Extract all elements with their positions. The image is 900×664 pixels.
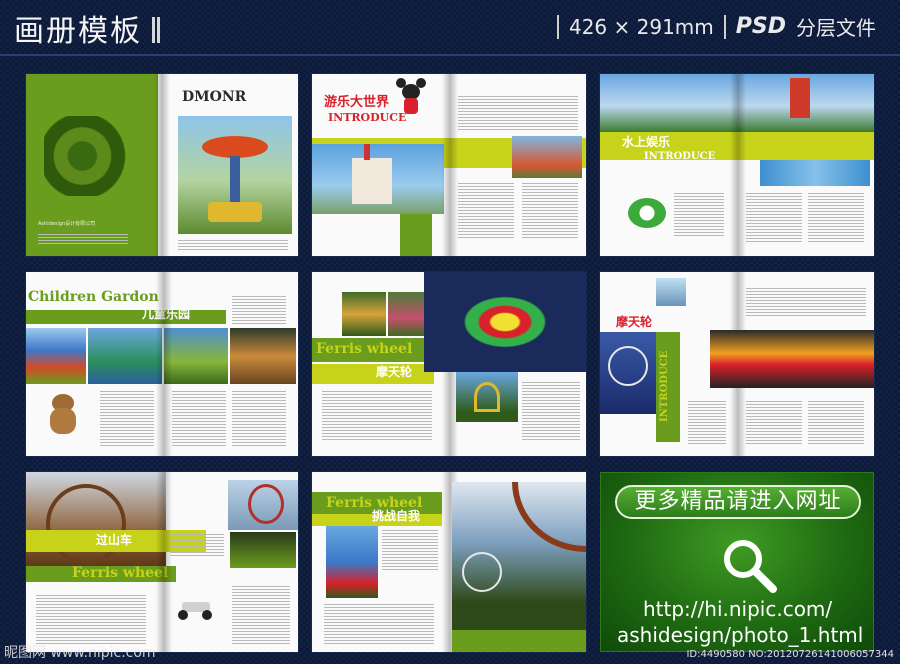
- carousel-photo: [230, 328, 296, 384]
- website-url-line2[interactable]: ashidesign/photo_1.html: [617, 623, 863, 647]
- watermark-right: ID:4490580 NO:20120726141006057344: [686, 649, 894, 660]
- drop-ride-photo: [710, 330, 874, 388]
- page-title: 画册模板: [14, 6, 155, 50]
- spread-roller-coaster[interactable]: 过山车 Ferris wheel: [26, 472, 298, 652]
- green-caption-band: [452, 630, 586, 652]
- website-url-line1[interactable]: http://hi.nipic.com/: [643, 597, 832, 621]
- green-band: [26, 310, 226, 324]
- body-text: [324, 604, 434, 644]
- body-text: [808, 400, 864, 444]
- loop-coaster-photo: [228, 480, 298, 530]
- coaster-photo: [512, 136, 582, 178]
- body-text: [382, 530, 438, 570]
- red-caption: [170, 532, 224, 556]
- lime-band: [312, 364, 434, 384]
- pendulum-ride-photo: [456, 372, 518, 422]
- spread-ferris-wheel[interactable]: Ferris wheel 摩天轮: [312, 272, 586, 456]
- file-info: 426 × 291mm PSD 分层文件: [556, 12, 876, 41]
- format-label: PSD: [735, 14, 786, 39]
- spread-children-garden[interactable]: Children Gardon 儿童乐园: [26, 272, 298, 456]
- playground-photo: [164, 328, 228, 384]
- spread-ferris-wheel-introduce[interactable]: 摩天轮 INTRODUCE: [600, 272, 874, 456]
- garden-photo: [342, 292, 386, 336]
- spread-cn-title: 水上娱乐: [622, 135, 671, 149]
- mickey-icon: [396, 78, 426, 114]
- body-text: [522, 182, 578, 238]
- spinning-ride-photo: [424, 272, 586, 372]
- body-text: [808, 192, 864, 242]
- watermark-left: 昵图网 www.nipic.com: [4, 645, 156, 661]
- body-text: [458, 94, 578, 130]
- spread-water-park[interactable]: 水上娱乐 INTRODUCE: [600, 74, 874, 256]
- roller-coaster-photo: [26, 472, 166, 580]
- abstract-wheel-image: [44, 116, 140, 196]
- snow-ride-photo: [656, 278, 686, 306]
- spread-dmonr[interactable]: Ashidesign设计有限公司 DMONR: [26, 74, 298, 256]
- spread-cn-title: 摩天轮: [616, 315, 653, 329]
- slide-photo: [760, 160, 870, 186]
- spread-en-title: Ferris wheel: [316, 341, 413, 357]
- title-bars: [152, 17, 155, 43]
- body-text: [232, 584, 290, 644]
- body-text: [172, 390, 226, 446]
- spread-cn-title: 摩天轮: [376, 365, 413, 379]
- ferris-wheel-photo: [600, 332, 656, 414]
- body-text: [232, 390, 286, 446]
- go-kart-icon: [176, 592, 216, 622]
- body-text: [746, 400, 802, 444]
- spread-en-title: INTRODUCE: [328, 111, 407, 124]
- spread-amusement-world[interactable]: 游乐大世界 INTRODUCE: [312, 74, 586, 256]
- body-text: [178, 238, 288, 250]
- more-designs-button[interactable]: 更多精品请进入网址: [615, 485, 861, 519]
- size-label: 426 × 291mm: [568, 14, 714, 39]
- divider: [556, 14, 559, 39]
- spread-en-title: Ferris wheel: [72, 565, 169, 581]
- carousel-photo: [178, 116, 292, 234]
- spread-challenge[interactable]: Ferris wheel 挑战自我: [312, 472, 586, 652]
- spread-heading: DMONR: [182, 89, 247, 105]
- body-text: [100, 390, 154, 446]
- castle-photo: [312, 144, 444, 214]
- spread-en-title: Ferris wheel: [326, 495, 423, 511]
- magnifier-icon: [724, 540, 777, 593]
- contact-text: [38, 232, 128, 244]
- playground-photo: [26, 328, 86, 384]
- track-photo: [230, 532, 296, 568]
- spread-en-title: INTRODUCE: [644, 151, 716, 162]
- red-caption: [232, 294, 286, 324]
- company-name: Ashidesign设计有限公司: [38, 221, 96, 227]
- body-text: [674, 192, 724, 236]
- body-text: [522, 380, 580, 440]
- green-shape: [400, 214, 432, 256]
- body-text: [746, 192, 802, 242]
- spread-cn-title: 过山车: [96, 533, 133, 547]
- body-text: [688, 400, 726, 444]
- body-text: [36, 594, 146, 644]
- drop-tower-photo: [326, 526, 378, 598]
- body-text: [746, 286, 866, 316]
- header: 画册模板 426 × 291mm PSD 分层文件: [0, 0, 900, 56]
- subtitle-label: 分层文件: [796, 16, 876, 40]
- body-text: [322, 390, 432, 440]
- teddy-bear-icon: [46, 394, 80, 434]
- spread-cn-title: 游乐大世界: [324, 95, 390, 110]
- spread-en-title: INTRODUCE: [659, 350, 670, 422]
- promo-panel[interactable]: 更多精品请进入网址 http://hi.nipic.com/ ashidesig…: [600, 472, 874, 652]
- playground-photo: [88, 328, 162, 384]
- spread-cn-title: 挑战自我: [372, 509, 421, 523]
- body-text: [458, 182, 514, 238]
- swing-ride-photo: [452, 482, 586, 632]
- inflatable-ring: [628, 198, 666, 228]
- spread-en-title: Children Gardon: [28, 289, 159, 305]
- divider: [723, 14, 726, 39]
